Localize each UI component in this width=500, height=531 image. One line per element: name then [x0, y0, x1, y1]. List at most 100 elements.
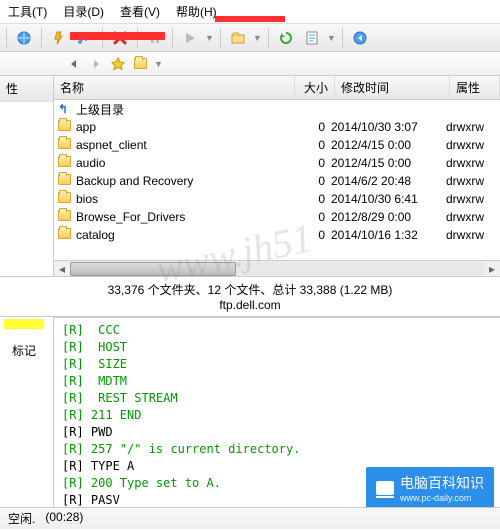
menu-view[interactable]: 查看(V) [120, 3, 160, 20]
branding-badge: 电脑百科知识 www.pc-daily.com [366, 467, 494, 509]
file-size: 0 [291, 174, 331, 188]
folder-icon [58, 156, 72, 170]
highlight-marker [215, 16, 285, 22]
file-attr: drwxrw [446, 174, 496, 188]
folder-nav-icon[interactable] [132, 56, 148, 72]
table-row[interactable]: Backup and Recovery02014/6/2 20:48drwxrw [54, 172, 500, 190]
dropdown-arrow-icon[interactable]: ▼ [154, 59, 163, 69]
globe-arrow-icon[interactable] [349, 27, 371, 49]
col-size[interactable]: 大小 [295, 76, 335, 99]
ftp-host: ftp.dell.com [0, 298, 500, 312]
horizontal-scrollbar[interactable]: ◂ ▸ [54, 260, 500, 276]
file-size: 0 [291, 210, 331, 224]
document-icon[interactable] [301, 27, 323, 49]
yellow-marker [4, 319, 44, 329]
log-line: [R] CCC [62, 322, 492, 339]
toolbar-separator [172, 28, 173, 48]
table-row[interactable]: bios02014/10/30 6:41drwxrw [54, 190, 500, 208]
play-icon[interactable] [179, 27, 201, 49]
scroll-thumb[interactable] [70, 262, 236, 276]
log-line: [R] HOST [62, 339, 492, 356]
dropdown-arrow-icon[interactable]: ▼ [327, 33, 336, 43]
file-attr: drwxrw [446, 138, 496, 152]
folder-icon [58, 228, 72, 242]
scroll-track[interactable] [70, 262, 484, 276]
file-name: aspnet_client [76, 138, 291, 152]
refresh-icon[interactable] [275, 27, 297, 49]
menu-dir[interactable]: 目录(D) [63, 3, 104, 20]
log-line: [R] 257 "/" is current directory. [62, 441, 492, 458]
up-directory-label: 上级目录 [76, 101, 496, 118]
menu-help[interactable]: 帮助(H) [176, 3, 217, 20]
col-name[interactable]: 名称 [54, 76, 295, 99]
dropdown-arrow-icon[interactable]: ▼ [205, 33, 214, 43]
file-attr: drwxrw [446, 192, 496, 206]
file-name: catalog [76, 228, 291, 242]
table-row[interactable]: app02014/10/30 3:07drwxrw [54, 118, 500, 136]
file-date: 2014/10/16 1:32 [331, 228, 446, 242]
folder-icon [58, 138, 72, 152]
up-arrow-icon: ↰ [58, 102, 72, 116]
col-date[interactable]: 修改时间 [335, 76, 450, 99]
globe-icon[interactable] [13, 27, 35, 49]
back-icon[interactable] [66, 56, 82, 72]
status-elapsed: (00:28) [45, 510, 83, 527]
mark-label: 标记 [0, 334, 53, 367]
toolbar-separator [6, 28, 7, 48]
file-name: Browse_For_Drivers [76, 210, 291, 224]
file-list[interactable]: ↰ 上级目录 app02014/10/30 3:07drwxrwaspnet_c… [54, 100, 500, 260]
main-area: 性 名称 大小 修改时间 属性 ↰ 上级目录 app02014/10/30 3:… [0, 76, 500, 276]
file-attr: drwxrw [446, 228, 496, 242]
file-name: audio [76, 156, 291, 170]
left-panel: 性 [0, 76, 54, 276]
scroll-left-icon[interactable]: ◂ [54, 261, 70, 277]
status-idle: 空闲. [8, 510, 35, 527]
table-row[interactable]: catalog02014/10/16 1:32drwxrw [54, 226, 500, 244]
file-list-header: 名称 大小 修改时间 属性 [54, 76, 500, 100]
file-name: app [76, 120, 291, 134]
status-bar: 空闲. (00:28) [0, 507, 500, 529]
file-size: 0 [291, 156, 331, 170]
monitor-icon [376, 481, 394, 495]
forward-icon[interactable] [88, 56, 104, 72]
toolbar-separator [342, 28, 343, 48]
file-date: 2014/10/30 6:41 [331, 192, 446, 206]
brand-url: www.pc-daily.com [400, 493, 484, 503]
file-date: 2012/4/15 0:00 [331, 156, 446, 170]
favorite-icon[interactable] [110, 56, 126, 72]
file-size: 0 [291, 228, 331, 242]
dropdown-arrow-icon[interactable]: ▼ [253, 33, 262, 43]
table-row[interactable]: aspnet_client02012/4/15 0:00drwxrw [54, 136, 500, 154]
brand-title: 电脑百科知识 [400, 475, 484, 491]
status-summary: 33,376 个文件夹、12 个文件、总计 33,388 (1.22 MB) f… [0, 276, 500, 317]
sub-toolbar: ▼ [0, 52, 500, 76]
file-date: 2014/6/2 20:48 [331, 174, 446, 188]
file-attr: drwxrw [446, 120, 496, 134]
file-name: bios [76, 192, 291, 206]
log-line: [R] MDTM [62, 373, 492, 390]
toolbar-separator [220, 28, 221, 48]
lower-left-panel: 标记 [0, 317, 54, 527]
file-attr: drwxrw [446, 210, 496, 224]
file-date: 2014/10/30 3:07 [331, 120, 446, 134]
menu-tools[interactable]: 工具(T) [8, 3, 47, 20]
file-date: 2012/8/29 0:00 [331, 210, 446, 224]
folder-icon [58, 210, 72, 224]
folder-open-icon[interactable] [227, 27, 249, 49]
table-row[interactable]: Browse_For_Drivers02012/8/29 0:00drwxrw [54, 208, 500, 226]
scroll-right-icon[interactable]: ▸ [484, 261, 500, 277]
highlight-marker [70, 32, 165, 40]
log-line: [R] REST STREAM [62, 390, 492, 407]
table-row[interactable]: audio02012/4/15 0:00drwxrw [54, 154, 500, 172]
col-attr[interactable]: 属性 [450, 76, 500, 99]
log-line: [R] 211 END [62, 407, 492, 424]
file-size: 0 [291, 120, 331, 134]
log-line: [R] PWD [62, 424, 492, 441]
lightning-connect-icon[interactable] [48, 27, 70, 49]
file-size: 0 [291, 138, 331, 152]
up-directory-row[interactable]: ↰ 上级目录 [54, 100, 500, 118]
file-attr: drwxrw [446, 156, 496, 170]
left-panel-header: 性 [0, 76, 53, 102]
toolbar-separator [268, 28, 269, 48]
file-date: 2012/4/15 0:00 [331, 138, 446, 152]
